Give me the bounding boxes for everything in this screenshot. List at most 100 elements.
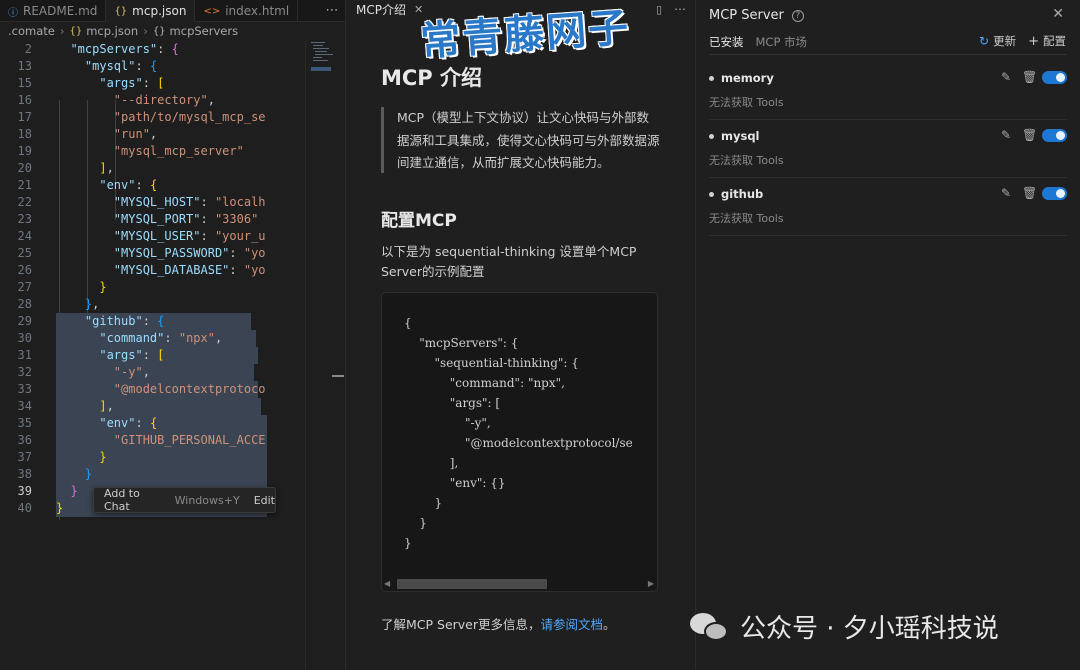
code-text: } — [84, 467, 93, 481]
code-text: } — [56, 501, 64, 515]
server-item-github: github 无法获取 Tools ✎ 🗑 — [709, 178, 1067, 236]
tab-label: MCP介绍 — [356, 2, 406, 17]
code-line[interactable]: 13 "mysql": { — [0, 58, 305, 75]
enable-toggle[interactable] — [1042, 71, 1067, 84]
plus-icon: + — [1028, 33, 1039, 49]
code-editor: ⓘ README.md {} mcp.json <> index.html ⋯ … — [0, 0, 345, 670]
code-line[interactable]: 34 ], — [0, 398, 305, 415]
line-number: 40 — [17, 501, 32, 515]
scroll-right-icon[interactable]: ▶ — [648, 579, 654, 588]
server-status: 无法获取 Tools — [709, 96, 784, 109]
mcp-intro-doc: MCP介绍 ✕ ▯ ⋯ MCP 介绍 MCP（模型上下文协议）让文心快码与外部数… — [345, 0, 695, 670]
tab-index-html[interactable]: <> index.html — [195, 0, 299, 22]
code-line[interactable]: 17 "path/to/mysql_mcp_se — [0, 109, 305, 126]
code-line[interactable]: 24 "MYSQL_USER": "your_u — [0, 228, 305, 245]
line-number: 25 — [17, 246, 32, 260]
code-line[interactable]: 33 "@modelcontextprotoco — [0, 381, 305, 398]
code-line[interactable]: 16 "--directory", — [0, 92, 305, 109]
server-name: github — [721, 187, 764, 201]
code-text: "MYSQL_USER": "your_u — [113, 229, 266, 243]
close-icon[interactable]: ✕ — [1052, 6, 1064, 22]
editor-scrollbar[interactable] — [305, 40, 345, 670]
code-text: "mcpServers": { — [70, 42, 179, 56]
code-line[interactable]: 20 ], — [0, 160, 305, 177]
code-example-line: } — [404, 496, 443, 510]
code-line[interactable]: 25 "MYSQL_PASSWORD": "yo — [0, 245, 305, 262]
doc-paragraph: 以下是为 sequential-thinking 设置单个MCP Server的… — [381, 244, 637, 279]
enable-toggle[interactable] — [1042, 129, 1067, 142]
server-item-memory: memory 无法获取 Tools ✎ 🗑 — [709, 62, 1067, 120]
code-line[interactable]: 37 } — [0, 449, 305, 466]
line-number: 19 — [17, 144, 32, 158]
tab-mcp-json[interactable]: {} mcp.json — [106, 0, 196, 22]
wechat-footer-text: 公众号 · 夕小瑶科技说 — [740, 614, 999, 644]
code-text: } — [99, 280, 107, 294]
server-item-mysql: mysql 无法获取 Tools ✎ 🗑 — [709, 120, 1067, 178]
edit-icon[interactable]: ✎ — [1001, 70, 1011, 84]
doc-footer: 了解MCP Server更多信息，请参阅文档。 — [381, 614, 616, 633]
code-line[interactable]: 32 "-y", — [0, 364, 305, 381]
code-line[interactable]: 27 } — [0, 279, 305, 296]
horizontal-scrollbar-thumb[interactable] — [397, 579, 547, 589]
code-example-line: "mcpServers": { — [404, 336, 519, 350]
code-line[interactable]: 36 "GITHUB_PERSONAL_ACCE — [0, 432, 305, 449]
line-number: 28 — [17, 297, 32, 311]
shortcut-hint: Windows+Y — [174, 493, 240, 507]
code-line[interactable]: 26 "MYSQL_DATABASE": "yo — [0, 262, 305, 279]
code-line[interactable]: 19 "mysql_mcp_server" — [0, 143, 305, 160]
line-number: 39 — [17, 484, 32, 498]
edit-icon[interactable]: ✎ — [1001, 128, 1011, 142]
code-line[interactable]: 2 "mcpServers": { — [0, 41, 305, 58]
code-text: "path/to/mysql_mcp_se — [113, 110, 266, 124]
tab-label: mcp.json — [132, 4, 187, 18]
line-number: 37 — [17, 450, 32, 464]
edit-button[interactable]: Edit — [254, 494, 275, 507]
add-config-button[interactable]: + 配置 — [1028, 33, 1066, 49]
more-icon[interactable]: ⋯ — [319, 0, 345, 21]
code-example-block[interactable]: ◀ ▶ { "mcpServers": { "sequential-thinki… — [381, 292, 658, 592]
breadcrumb-item[interactable]: .comate — [8, 24, 55, 38]
trash-icon[interactable]: 🗑 — [1022, 128, 1037, 142]
split-editor-icon[interactable]: ▯ — [656, 3, 662, 16]
mcp-tab-bar: 已安装 MCP 市场 — [709, 34, 819, 50]
code-line[interactable]: 28 }, — [0, 296, 305, 313]
refresh-button[interactable]: ↻ 更新 — [979, 33, 1016, 49]
docs-link[interactable]: 请参阅文档 — [541, 617, 604, 632]
tab-installed[interactable]: 已安装 — [709, 34, 744, 50]
inline-chat-tooltip: Add to Chat Windows+Y Edit — [93, 487, 276, 513]
code-line[interactable]: 15 "args": [ — [0, 75, 305, 92]
doc-quote: MCP（模型上下文协议）让文心快码与外部数据源和工具集成，使得文心快码可与外部数… — [381, 107, 661, 173]
code-line[interactable]: 38 } — [0, 466, 305, 483]
trash-icon[interactable]: 🗑 — [1022, 186, 1037, 200]
edit-icon[interactable]: ✎ — [1001, 186, 1011, 200]
line-number: 20 — [17, 161, 32, 175]
code-text: } — [70, 484, 78, 498]
breadcrumb-item[interactable]: mcpServers — [170, 24, 239, 38]
more-icon[interactable]: ⋯ — [674, 2, 686, 16]
breadcrumb-item[interactable]: mcp.json — [86, 24, 138, 38]
chevron-right-icon: › — [143, 24, 148, 38]
minimap[interactable] — [308, 40, 334, 82]
tab-mcp-market[interactable]: MCP 市场 — [756, 34, 808, 50]
code-line[interactable]: 22 "MYSQL_HOST": "localh — [0, 194, 305, 211]
enable-toggle[interactable] — [1042, 187, 1067, 200]
tab-readme[interactable]: ⓘ README.md — [0, 0, 107, 22]
line-number: 23 — [17, 212, 32, 226]
code-text: "env": { — [99, 178, 158, 192]
code-line[interactable]: 30 "command": "npx", — [0, 330, 305, 347]
code-line[interactable]: 23 "MYSQL_PORT": "3306" — [0, 211, 305, 228]
scroll-left-icon[interactable]: ◀ — [384, 579, 390, 588]
trash-icon[interactable]: 🗑 — [1022, 70, 1037, 84]
code-line[interactable]: 31 "args": [ — [0, 347, 305, 364]
add-to-chat-button[interactable]: Add to Chat — [104, 487, 169, 513]
code-line[interactable]: 35 "env": { — [0, 415, 305, 432]
status-dot — [709, 192, 714, 197]
doc-footer-end: 。 — [603, 617, 616, 632]
help-icon[interactable]: ? — [791, 9, 804, 22]
code-example-line: "env": {} — [404, 476, 506, 490]
code-area[interactable]: 2 "mcpServers": {13 "mysql": {15 "args":… — [0, 40, 305, 520]
code-line[interactable]: 18 "run", — [0, 126, 305, 143]
code-line[interactable]: 21 "env": { — [0, 177, 305, 194]
server-name: memory — [721, 71, 774, 85]
code-line[interactable]: 29 "github": { — [0, 313, 305, 330]
